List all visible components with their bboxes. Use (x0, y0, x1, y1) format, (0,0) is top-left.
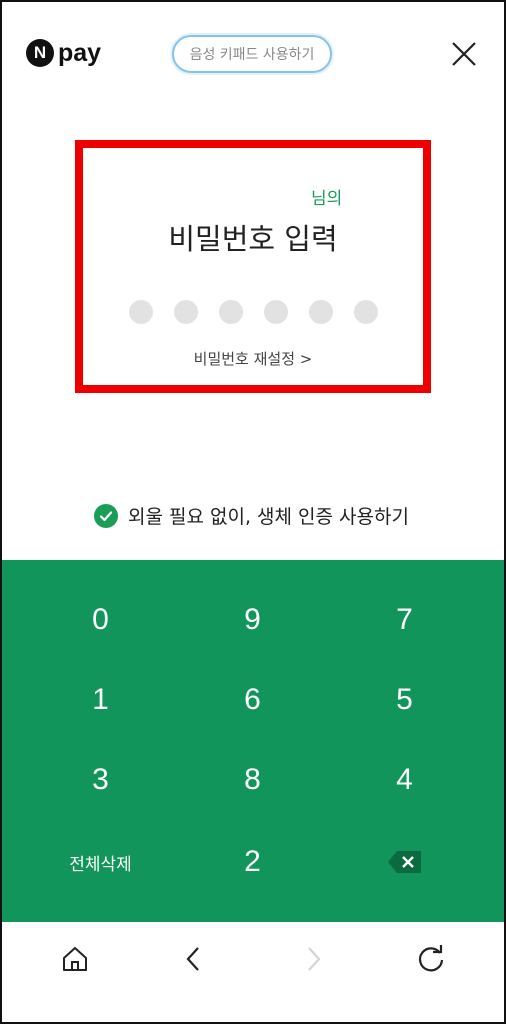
forward-icon (308, 947, 321, 971)
biometric-label: 외울 필요 없이, 생체 인증 사용하기 (128, 506, 409, 528)
number-keypad: 0 9 7 1 6 5 3 8 4 전체삭제 2 (2, 560, 504, 922)
backspace-button[interactable] (321, 822, 488, 902)
logo-text: pay (58, 38, 102, 67)
password-entry-panel: 님의 비밀번호 입력 비밀번호 재설정 > (75, 140, 431, 393)
password-dot (129, 300, 153, 324)
key-8[interactable]: 8 (169, 740, 336, 820)
forward-button[interactable] (298, 944, 328, 974)
voice-keypad-button[interactable]: 음성 키패드 사용하기 (172, 35, 332, 73)
home-icon (63, 947, 87, 971)
password-reset-link[interactable]: 비밀번호 재설정 > (83, 348, 423, 369)
owner-suffix: 님의 (311, 189, 343, 209)
password-dot (174, 300, 198, 324)
logo-mark: N (26, 39, 54, 67)
bottom-navigation (2, 922, 504, 1022)
password-dot (309, 300, 333, 324)
close-icon (452, 42, 476, 66)
key-9[interactable]: 9 (169, 580, 336, 660)
key-2[interactable]: 2 (169, 822, 336, 902)
key-1[interactable]: 1 (17, 660, 184, 740)
key-0[interactable]: 0 (17, 580, 184, 660)
password-dot (264, 300, 288, 324)
password-dot (219, 300, 243, 324)
check-circle-icon (94, 503, 118, 528)
key-4[interactable]: 4 (321, 740, 488, 820)
close-button[interactable] (450, 40, 478, 68)
key-5[interactable]: 5 (321, 660, 488, 740)
clear-all-button[interactable]: 전체삭제 (17, 822, 184, 902)
key-7[interactable]: 7 (321, 580, 488, 660)
backspace-icon (387, 851, 421, 873)
refresh-icon (418, 945, 444, 972)
refresh-button[interactable] (416, 944, 446, 974)
key-3[interactable]: 3 (17, 740, 184, 820)
key-6[interactable]: 6 (169, 660, 336, 740)
password-title: 비밀번호 입력 (168, 222, 338, 256)
back-button[interactable] (179, 944, 209, 974)
password-dots (129, 300, 378, 324)
password-dot (354, 300, 378, 324)
biometric-option[interactable]: 외울 필요 없이, 생체 인증 사용하기 (94, 502, 409, 529)
home-button[interactable] (60, 944, 90, 974)
npay-logo: N pay (26, 38, 101, 68)
back-icon (186, 947, 199, 971)
